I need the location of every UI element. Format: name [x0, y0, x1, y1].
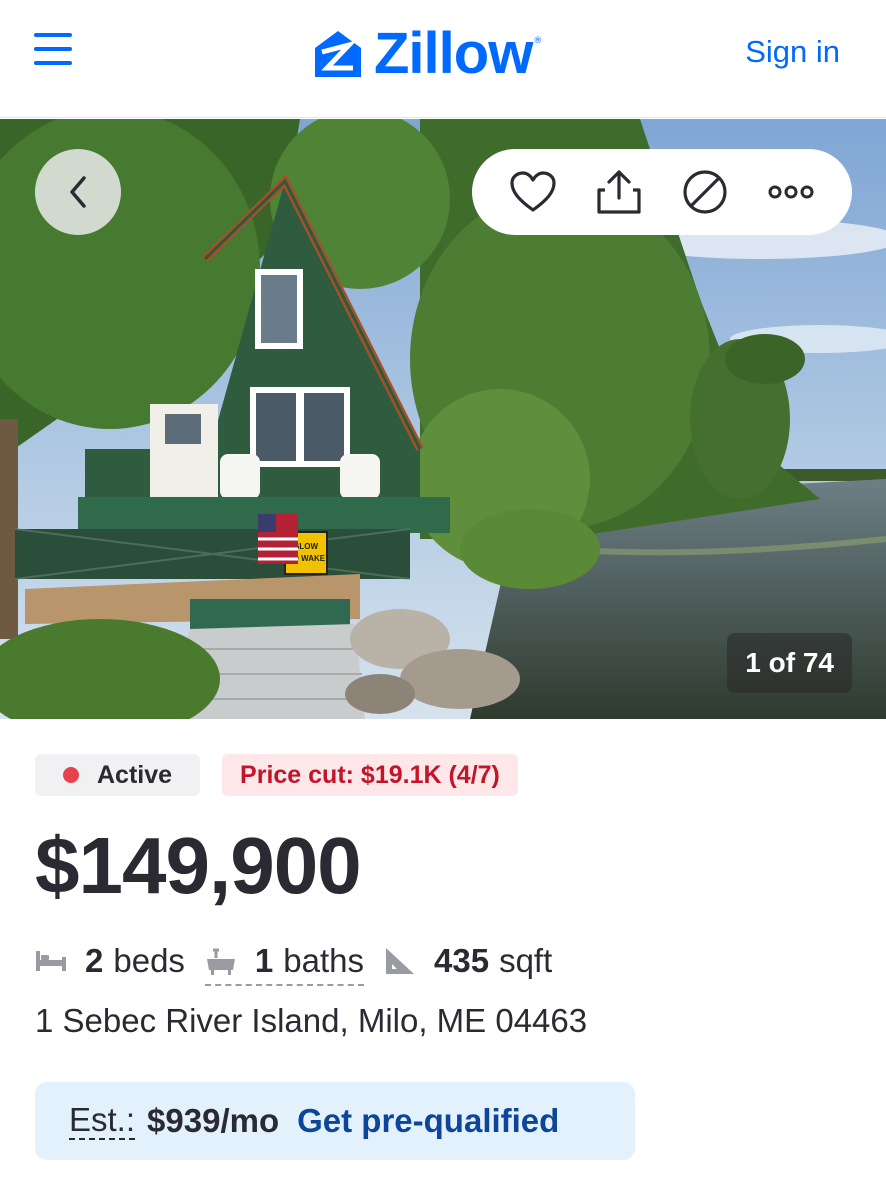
photo-counter[interactable]: 1 of 74: [727, 633, 852, 693]
top-header: Zillow ® Sign in: [0, 0, 886, 118]
listing-photo[interactable]: SLOW NO WAKE 1 of 74: [0, 119, 886, 719]
sqft-fact: 435 sqft: [384, 942, 552, 980]
bathtub-icon: [205, 946, 237, 976]
share-button[interactable]: [589, 162, 649, 222]
hide-button[interactable]: [675, 162, 735, 222]
status-dot-icon: [63, 767, 79, 783]
save-button[interactable]: [503, 162, 563, 222]
payment-estimate-banner: Est.: $939/mo Get pre-qualified: [35, 1082, 635, 1160]
sign-in-link[interactable]: Sign in: [745, 34, 840, 70]
sqft-value: 435: [434, 942, 490, 979]
photo-action-bar: [472, 149, 852, 235]
estimate-value: $939/mo: [147, 1102, 280, 1139]
beds-fact: 2 beds: [35, 942, 185, 980]
estimate-label[interactable]: Est.:: [69, 1101, 136, 1141]
heart-icon: [510, 171, 556, 212]
status-label: Active: [97, 760, 173, 789]
zillow-logo[interactable]: Zillow ®: [312, 22, 542, 86]
baths-value: 1: [254, 942, 274, 979]
ruler-triangle-icon: [384, 946, 416, 976]
sqft-label: sqft: [499, 942, 553, 979]
listing-price: $149,900: [35, 821, 362, 910]
hide-icon: [683, 170, 727, 214]
bed-icon: [35, 949, 67, 973]
beds-value: 2: [85, 942, 104, 979]
status-badges: Active Price cut: $19.1K (4/7): [35, 754, 518, 796]
more-button[interactable]: [761, 162, 821, 222]
logo-wordmark: Zillow: [374, 21, 533, 86]
zillow-logo-icon: [315, 31, 361, 77]
listing-address: 1 Sebec River Island, Milo, ME 04463: [35, 1002, 588, 1039]
baths-fact[interactable]: 1 baths: [204, 942, 365, 986]
chevron-left-icon: [70, 176, 86, 208]
price-cut-badge: Price cut: $19.1K (4/7): [222, 754, 518, 796]
more-icon: [768, 185, 814, 199]
share-icon: [597, 170, 641, 214]
status-badge: Active: [35, 754, 201, 796]
home-facts: 2 beds 1 baths 435 sqft: [35, 936, 552, 986]
baths-label: baths: [283, 942, 365, 979]
get-prequalified-link[interactable]: Get pre-qualified: [297, 1102, 559, 1140]
beds-label: beds: [113, 942, 185, 979]
hamburger-menu-icon[interactable]: [30, 30, 78, 70]
back-button[interactable]: [35, 149, 121, 235]
